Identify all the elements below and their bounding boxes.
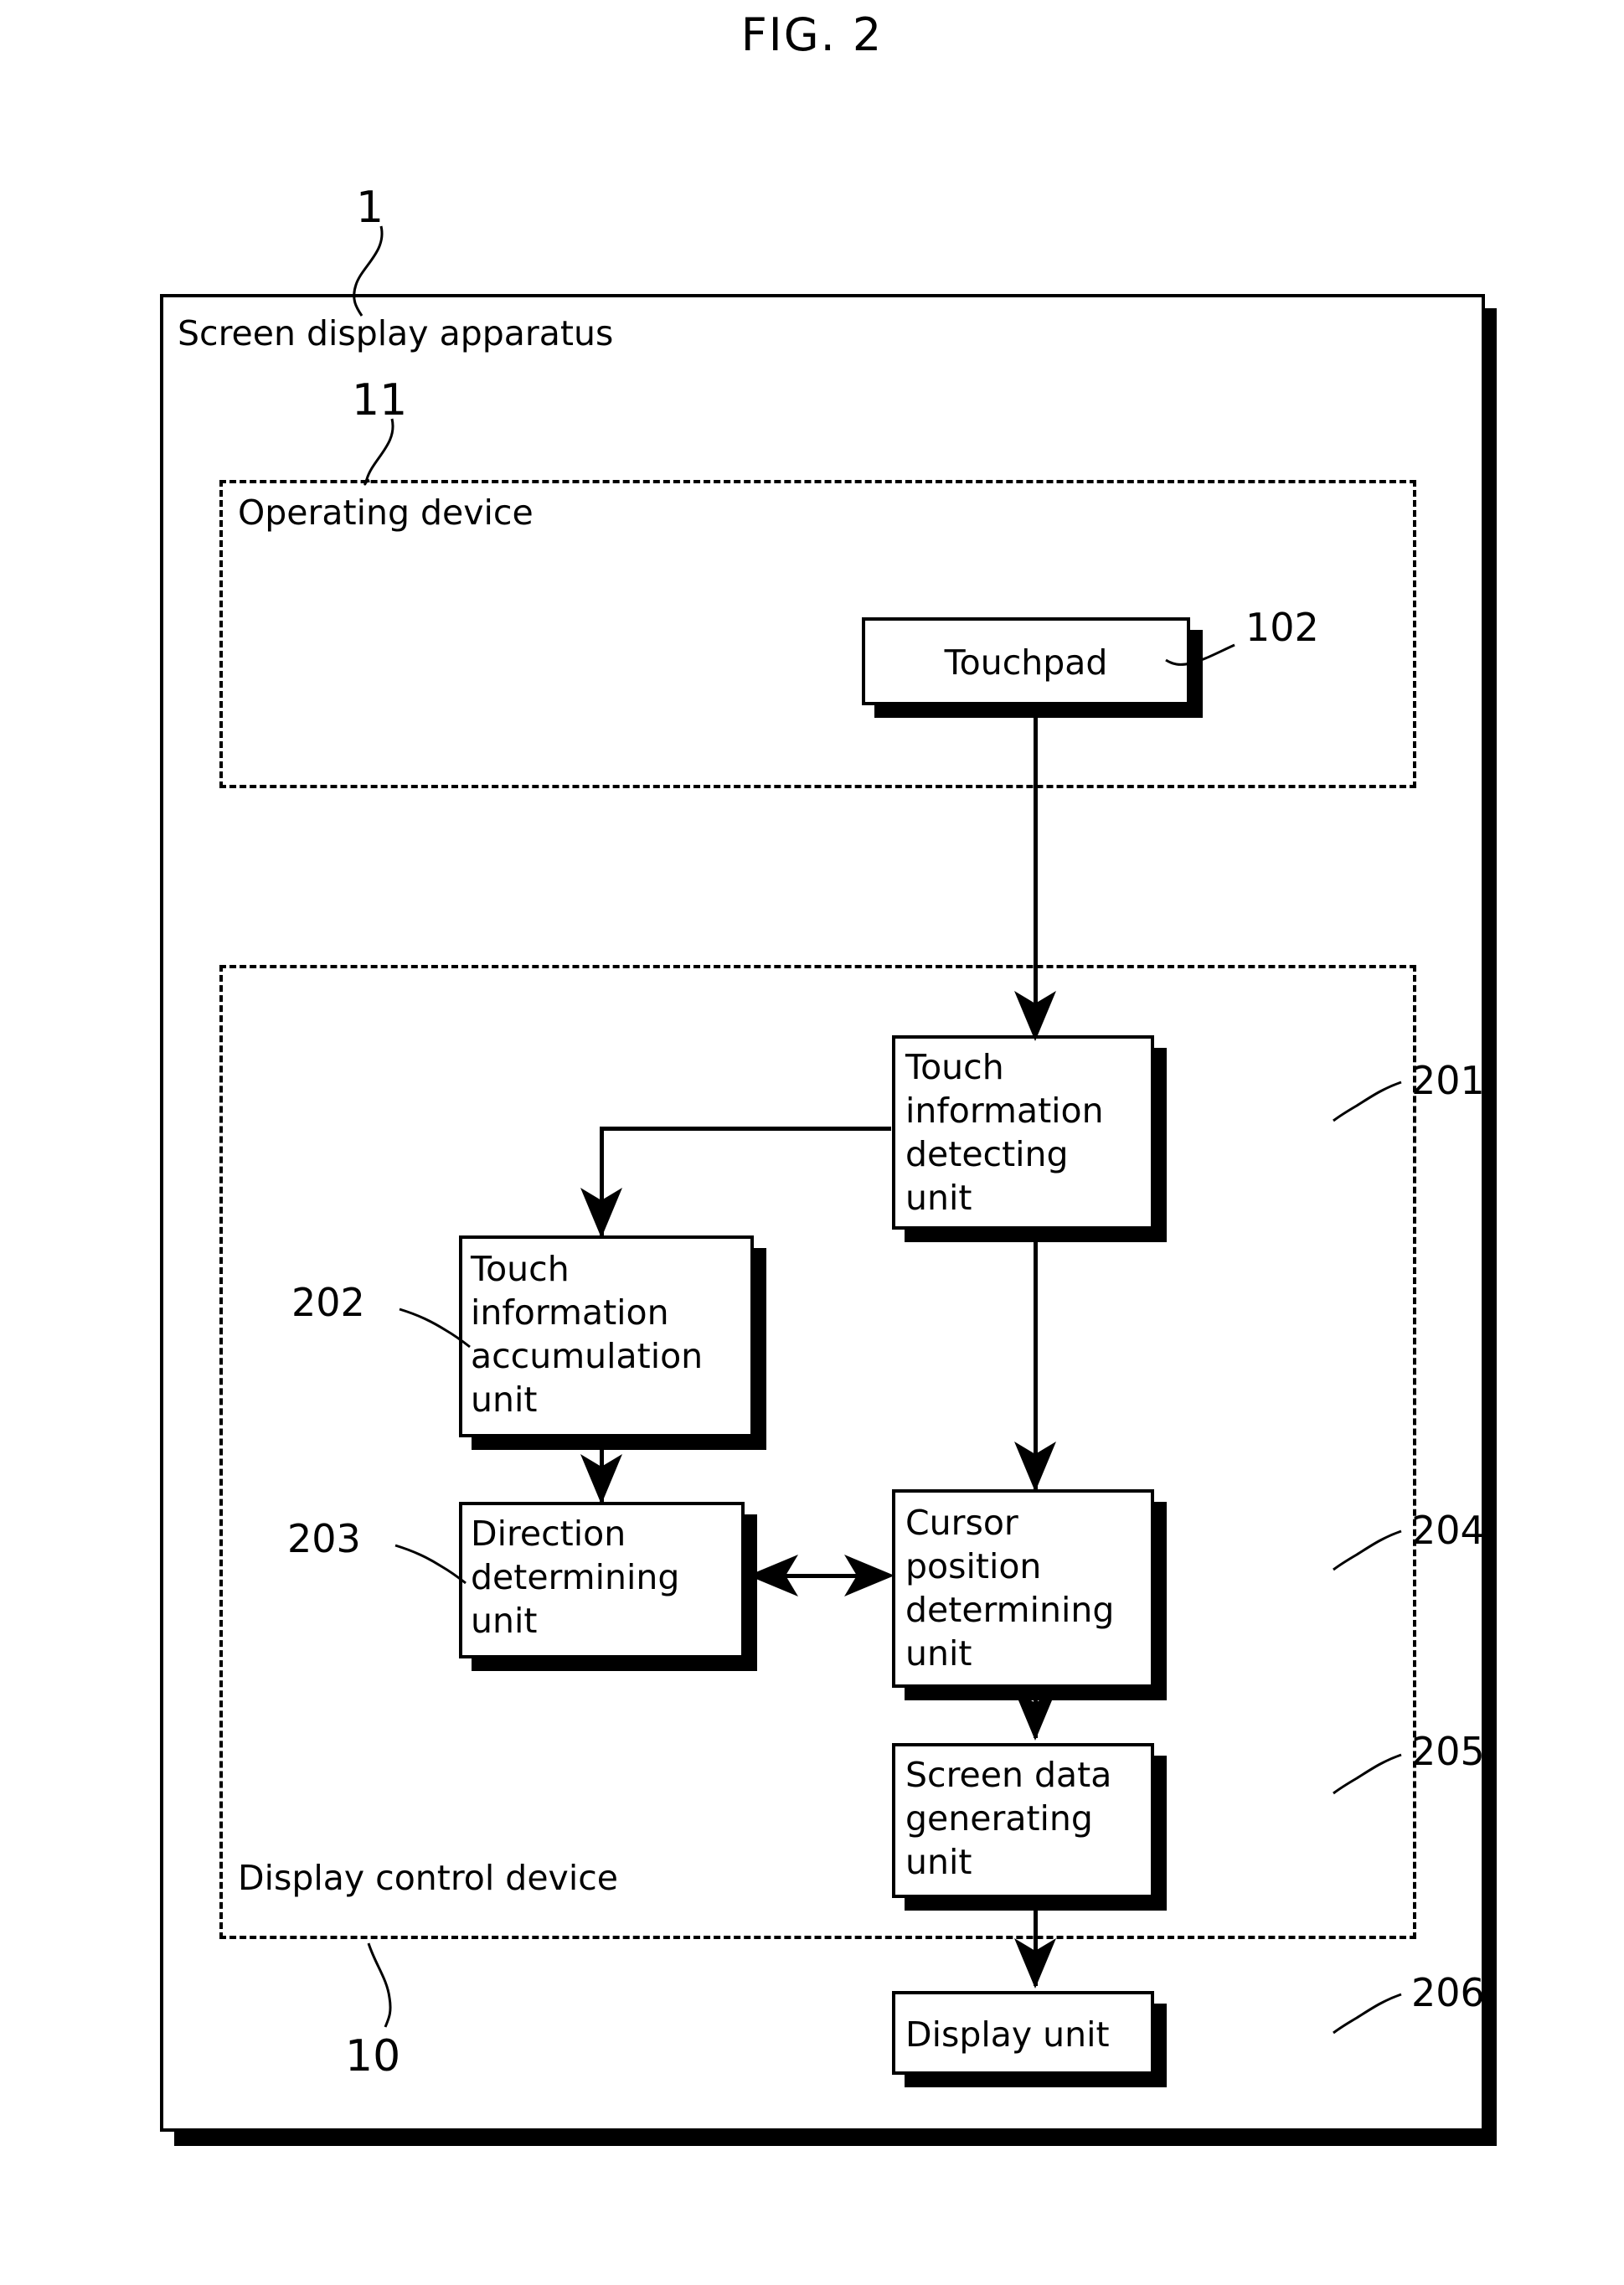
ref-102: 102	[1245, 605, 1319, 650]
operating-device-label: Operating device	[238, 493, 534, 533]
touch-information-detecting-unit-label: Touch information detecting unit	[905, 1047, 1104, 1218]
apparatus-box-shadow-right	[1485, 308, 1497, 2146]
ref-1: 1	[356, 183, 384, 233]
touch-information-detecting-unit-box[interactable]: Touch information detecting unit	[892, 1035, 1154, 1230]
screen-data-generating-unit-box[interactable]: Screen data generating unit	[892, 1743, 1154, 1898]
ref-202: 202	[291, 1280, 365, 1325]
display-unit-box[interactable]: Display unit	[892, 1991, 1154, 2075]
connector-201-to-204	[1034, 1230, 1038, 1489]
ref-203: 203	[287, 1516, 361, 1561]
ref-204: 204	[1411, 1508, 1485, 1553]
ref-11: 11	[352, 375, 408, 426]
connector-touchpad-to-201	[1034, 712, 1038, 1039]
touch-information-accumulation-unit-label: Touch information accumulation unit	[471, 1249, 704, 1420]
direction-determining-unit-label: Direction determining unit	[471, 1514, 680, 1641]
screen-display-apparatus-label: Screen display apparatus	[178, 313, 614, 353]
ref-10: 10	[345, 2031, 401, 2081]
touch-information-accumulation-unit-box[interactable]: Touch information accumulation unit	[459, 1235, 754, 1437]
ref-206: 206	[1411, 1970, 1485, 2015]
direction-determining-unit-box[interactable]: Direction determining unit	[459, 1502, 745, 1658]
touchpad-box[interactable]: Touchpad	[862, 617, 1190, 705]
screen-data-generating-unit-label: Screen data generating unit	[905, 1755, 1112, 1882]
connector-205-to-206	[1034, 1911, 1038, 1986]
connector-202-to-203	[600, 1450, 604, 1502]
touchpad-label: Touchpad	[944, 642, 1108, 683]
connector-203-to-204-bidirectional	[754, 1574, 888, 1578]
ref-205: 205	[1411, 1729, 1485, 1774]
connector-201-to-202-horizontal	[601, 1127, 891, 1131]
cursor-position-determining-unit-box[interactable]: Cursor position determining unit	[892, 1489, 1154, 1688]
display-unit-label: Display unit	[905, 2014, 1110, 2055]
connector-201-to-202-vertical	[600, 1127, 604, 1235]
cursor-position-determining-unit-label: Cursor position determining unit	[905, 1503, 1115, 1674]
ref-201: 201	[1411, 1058, 1485, 1103]
display-control-device-label: Display control device	[238, 1858, 618, 1898]
apparatus-box-shadow-bottom	[174, 2132, 1497, 2146]
display-control-device-box	[219, 965, 1416, 1939]
figure-title: FIG. 2	[740, 8, 884, 61]
